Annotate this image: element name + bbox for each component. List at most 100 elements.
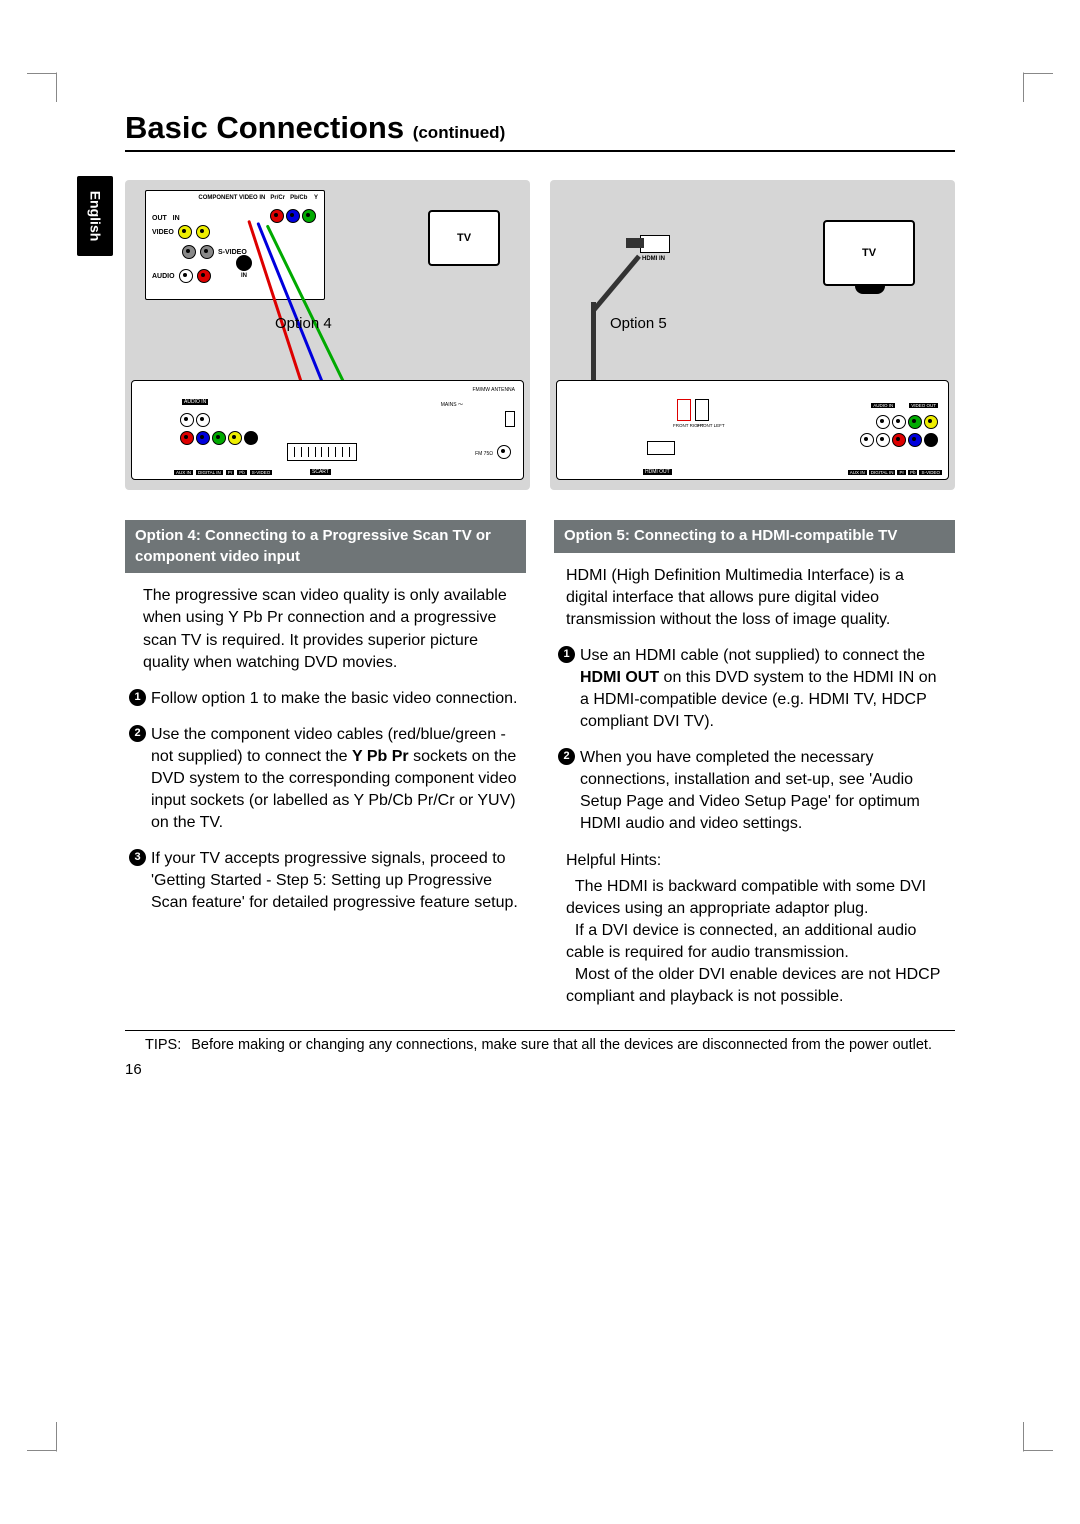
r-jack-cvbs-icon	[924, 415, 938, 429]
label-y: Y	[314, 195, 318, 201]
r-label-pb: Pb	[908, 470, 918, 475]
hint-2: If a DVI device is connected, an additio…	[566, 922, 916, 961]
label-hdmi-out: HDMI OUT	[643, 469, 672, 475]
crop-mark-bl	[56, 1422, 86, 1452]
tv-stand-icon	[855, 286, 885, 294]
bp-jack-cvbs-icon	[228, 431, 242, 445]
option-4-step-3: 3 If your TV accepts progressive signals…	[125, 848, 526, 928]
r-jack-pr-icon	[892, 433, 906, 447]
label-out: OUT	[152, 215, 167, 222]
bp-label-pb: Pb	[237, 470, 247, 475]
page-content: Basic Connections (continued) English CO…	[125, 110, 955, 1424]
r-label-svideo: S-VIDEO	[919, 470, 942, 475]
hint-3: Most of the older DVI enable devices are…	[566, 966, 940, 1005]
bp-label-digin: DIGITAL IN	[196, 470, 223, 475]
label-component: COMPONENT VIDEO IN	[198, 195, 265, 201]
dvd-back-panel-left: FM/MW ANTENNA AUDIO IN MAINS ～ AUX IN DI…	[131, 380, 524, 480]
tv-back-panel: COMPONENT VIDEO IN Pr/Cr Pb/Cb Y OUT IN	[145, 190, 325, 300]
hints-block: The HDMI is backward compatible with som…	[554, 876, 955, 1008]
label-fm-ant: FM/MW ANTENNA	[473, 387, 516, 393]
hdmi-out-port-icon	[647, 441, 675, 455]
r-label-audio-in: AUDIO IN	[871, 403, 895, 408]
tips-text: Before making or changing any connection…	[191, 1037, 932, 1053]
bp-jack-y-icon	[212, 431, 226, 445]
hint-1: The HDMI is backward compatible with som…	[566, 878, 926, 917]
tv-label-5: TV	[862, 247, 876, 259]
jack-pr-icon	[270, 209, 284, 223]
hdmi-plug-top-icon	[626, 238, 644, 248]
step-number-icon: 2	[129, 725, 146, 742]
step-1-text: Follow option 1 to make the basic video …	[151, 690, 517, 707]
label-svideo-in: IN	[236, 273, 252, 279]
title-continued: (continued)	[413, 123, 506, 142]
left-column: Option 4: Connecting to a Progressive Sc…	[125, 520, 526, 1008]
jack-video-in-icon	[196, 225, 210, 239]
diagrams-row: COMPONENT VIDEO IN Pr/Cr Pb/Cb Y OUT IN	[125, 180, 955, 490]
language-tab: English	[77, 176, 113, 256]
page-title: Basic Connections (continued)	[125, 110, 955, 152]
bp-jack-svideo-icon	[244, 431, 258, 445]
bp-label-pr: Pr	[226, 470, 235, 475]
bp-label-svideo: S-VIDEO	[250, 470, 273, 475]
bp-label-fm: FM 75Ω	[475, 451, 493, 457]
title-main: Basic Connections	[125, 110, 404, 145]
jack-video-out-icon	[178, 225, 192, 239]
r-jack-1-icon	[876, 415, 890, 429]
r-label-video-out: VIDEO OUT	[909, 403, 938, 408]
tv-screen-icon-5: TV	[823, 220, 915, 286]
jack-pb-icon	[286, 209, 300, 223]
language-tab-label: English	[87, 191, 103, 242]
bp-jack-pb-icon	[196, 431, 210, 445]
r-jack-y-icon	[908, 415, 922, 429]
speaker-block-r-icon	[677, 399, 691, 421]
dvd-back-panel-right: FRONT RIGHT FRONT LEFT HDMI OUT AUDIO IN…	[556, 380, 949, 480]
r-jack-4-icon	[876, 433, 890, 447]
step-number-icon: 1	[129, 689, 146, 706]
r-label-digin: DIGITAL IN	[869, 470, 896, 475]
jack-audio-r-icon	[197, 269, 211, 283]
label-front-l: FRONT LEFT	[697, 423, 725, 428]
option-4-step-2: 2 Use the component video cables (red/bl…	[125, 724, 526, 848]
step-1-pre: Use an HDMI cable (not supplied) to conn…	[580, 647, 925, 664]
hints-heading: Helpful Hints:	[554, 850, 955, 872]
step-2-bold: Y Pb Pr	[352, 748, 409, 765]
label-in: IN	[173, 215, 180, 222]
option-4-intro: The progressive scan video quality is on…	[125, 581, 526, 687]
crop-mark-tl	[56, 72, 86, 102]
crop-mark-br	[994, 1422, 1024, 1452]
bp-label-scart: SCART	[310, 469, 331, 475]
hdmi-cable-seg1-icon	[592, 255, 641, 312]
bp-mw-ant-icon	[505, 411, 515, 427]
step-2-text: When you have completed the necessary co…	[580, 749, 920, 832]
page-number: 16	[125, 1061, 955, 1078]
option-5-step-1: 1 Use an HDMI cable (not supplied) to co…	[554, 645, 955, 747]
diagram-option-4: COMPONENT VIDEO IN Pr/Cr Pb/Cb Y OUT IN	[125, 180, 530, 490]
bp-jack-2-icon	[196, 413, 210, 427]
jack-extra-1-icon	[182, 245, 196, 259]
option-5-label: Option 5	[610, 315, 667, 332]
jack-y-icon	[302, 209, 316, 223]
diagram-option-5: TV HDMI IN Option 5 FRONT RIGHT FRONT LE…	[550, 180, 955, 490]
label-audio: AUDIO	[152, 273, 175, 280]
option-4-heading: Option 4: Connecting to a Progressive Sc…	[125, 520, 526, 573]
bp-jack-fm-icon	[497, 445, 511, 459]
tv-label: TV	[457, 232, 471, 244]
option-4-label: Option 4	[275, 315, 332, 332]
r-label-pr: Pr	[897, 470, 906, 475]
r-jack-3-icon	[860, 433, 874, 447]
step-1-bold: HDMI OUT	[580, 669, 659, 686]
speaker-block-l-icon	[695, 399, 709, 421]
content-columns: Option 4: Connecting to a Progressive Sc…	[125, 520, 955, 1008]
label-video: VIDEO	[152, 229, 174, 236]
r-jack-pb-icon	[908, 433, 922, 447]
label-hdmi-in: HDMI IN	[642, 256, 665, 262]
option-4-step-1: 1 Follow option 1 to make the basic vide…	[125, 688, 526, 724]
r-label-auxin: AUX IN	[848, 470, 867, 475]
right-column: Option 5: Connecting to a HDMI-compatibl…	[554, 520, 955, 1008]
option-5-intro: HDMI (High Definition Multimedia Interfa…	[554, 561, 955, 645]
r-jack-sv-icon	[924, 433, 938, 447]
hdmi-cable-seg2-icon	[591, 302, 596, 392]
scart-port-icon	[287, 443, 357, 461]
tips-label: TIPS:	[125, 1037, 191, 1053]
bp-jack-pr-icon	[180, 431, 194, 445]
